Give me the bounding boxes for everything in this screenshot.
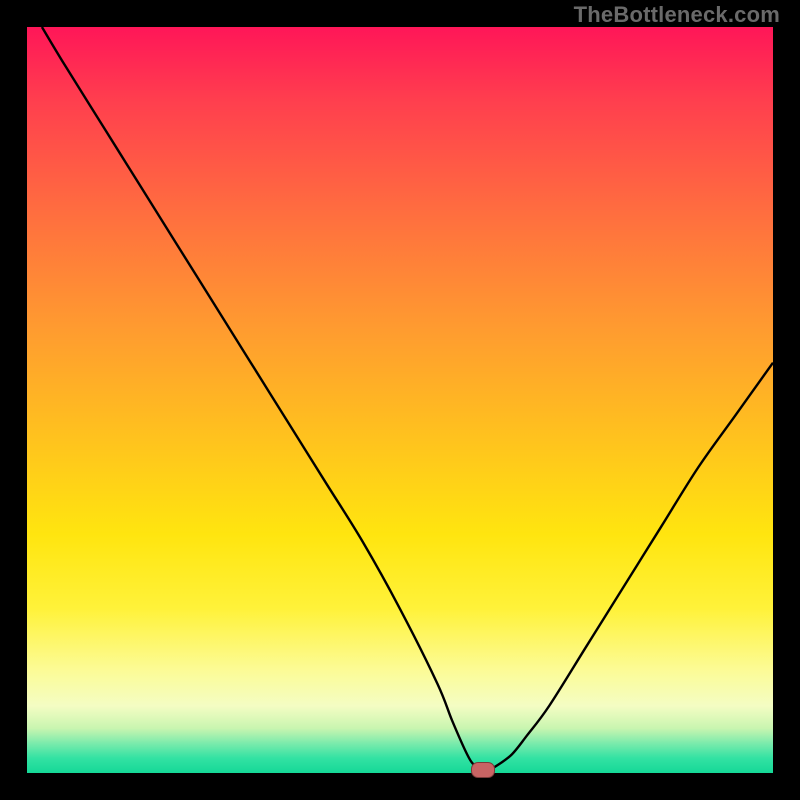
bottleneck-curve	[42, 27, 773, 770]
chart-frame: TheBottleneck.com	[0, 0, 800, 800]
curve-layer	[27, 27, 773, 773]
optimal-point-marker	[471, 762, 495, 778]
plot-area	[27, 27, 773, 773]
watermark-text: TheBottleneck.com	[574, 2, 780, 28]
